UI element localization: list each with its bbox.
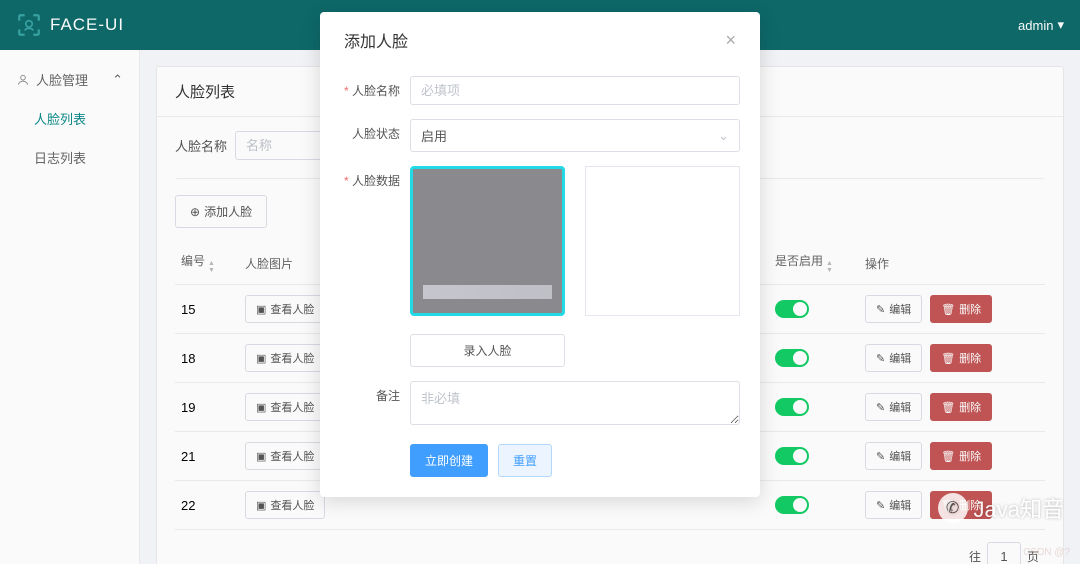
watermark: ✆ Java知音 bbox=[938, 492, 1064, 524]
dialog-title: 添加人脸 bbox=[344, 28, 408, 52]
submit-button[interactable]: 立即创建 bbox=[410, 444, 488, 477]
chevron-down-icon: ⌄ bbox=[718, 128, 729, 144]
face-data-area bbox=[410, 166, 740, 316]
wechat-icon: ✆ bbox=[938, 493, 968, 523]
status-value: 启用 bbox=[421, 126, 447, 145]
add-face-dialog: 添加人脸 × 人脸名称 人脸状态 启用 ⌄ 人脸数据 录入人脸 bbox=[320, 12, 760, 497]
label-remark: 备注 bbox=[340, 381, 410, 404]
camera-capture[interactable] bbox=[410, 166, 565, 316]
capture-face-button[interactable]: 录入人脸 bbox=[410, 334, 565, 367]
modal-overlay[interactable]: 添加人脸 × 人脸名称 人脸状态 启用 ⌄ 人脸数据 录入人脸 bbox=[0, 0, 1080, 564]
label-status: 人脸状态 bbox=[340, 119, 410, 142]
dialog-header: 添加人脸 × bbox=[340, 12, 740, 62]
dialog-actions: 立即创建 重置 bbox=[340, 444, 740, 477]
label-name: 人脸名称 bbox=[340, 76, 410, 99]
status-select[interactable]: 启用 ⌄ bbox=[410, 119, 740, 152]
label-data: 人脸数据 bbox=[340, 166, 410, 189]
remark-input[interactable] bbox=[410, 381, 740, 425]
reset-button[interactable]: 重置 bbox=[498, 444, 552, 477]
face-preview bbox=[585, 166, 740, 316]
face-name-input[interactable] bbox=[410, 76, 740, 105]
close-icon[interactable]: × bbox=[725, 30, 736, 51]
csdn-watermark: CSDN @? bbox=[1023, 547, 1070, 558]
